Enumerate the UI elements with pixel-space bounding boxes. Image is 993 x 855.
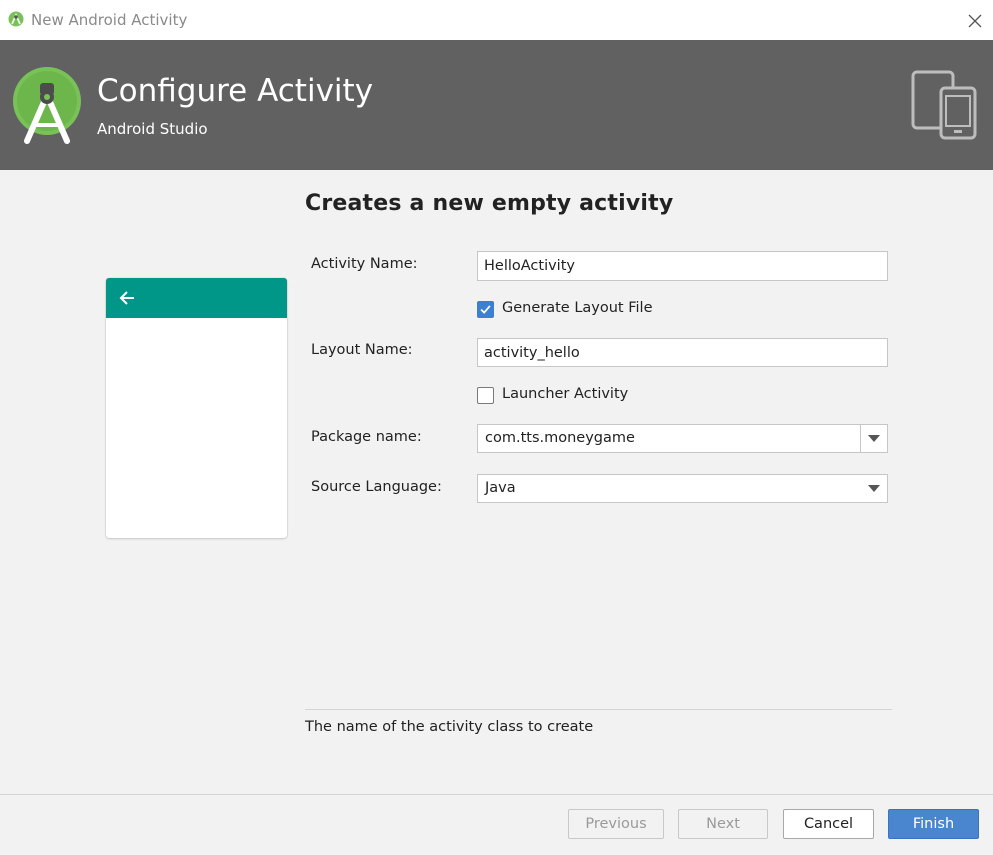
header-subtitle: Android Studio <box>97 120 208 138</box>
back-arrow-icon <box>119 291 134 305</box>
launcher-activity-label: Launcher Activity <box>502 386 629 402</box>
activity-preview <box>106 278 287 538</box>
android-studio-logo-icon <box>13 67 81 144</box>
package-name-value: com.tts.moneygame <box>485 430 635 446</box>
generate-layout-checkbox[interactable] <box>477 301 494 318</box>
dropdown-arrow-icon[interactable] <box>868 435 880 442</box>
package-name-combo[interactable]: com.tts.moneygame <box>477 424 888 453</box>
cancel-button[interactable]: Cancel <box>783 809 874 839</box>
description-divider <box>305 709 892 710</box>
header-banner: Configure Activity Android Studio <box>0 40 993 170</box>
dropdown-arrow-icon <box>868 485 880 492</box>
layout-name-input[interactable] <box>477 338 888 367</box>
activity-name-label: Activity Name: <box>311 256 418 272</box>
next-button[interactable]: Next <box>678 809 768 839</box>
layout-name-label: Layout Name: <box>311 342 413 358</box>
header-title: Configure Activity <box>97 73 374 109</box>
combo-divider <box>860 425 861 452</box>
android-studio-icon <box>8 11 24 27</box>
finish-button[interactable]: Finish <box>888 809 979 839</box>
package-name-label: Package name: <box>311 429 422 445</box>
checkmark-icon <box>480 305 491 314</box>
activity-name-input[interactable] <box>477 251 888 281</box>
devices-icon <box>911 70 977 140</box>
window-titlebar: New Android Activity <box>0 0 993 41</box>
preview-app-bar <box>106 278 287 318</box>
window-title: New Android Activity <box>31 11 188 29</box>
previous-button[interactable]: Previous <box>568 809 664 839</box>
footer-divider <box>0 794 993 795</box>
source-language-select[interactable]: Java <box>477 474 888 503</box>
source-language-value: Java <box>485 480 516 496</box>
source-language-label: Source Language: <box>311 479 442 495</box>
form-heading: Creates a new empty activity <box>305 191 674 216</box>
field-description: The name of the activity class to create <box>305 719 594 735</box>
launcher-activity-checkbox[interactable] <box>477 387 494 404</box>
close-icon[interactable] <box>965 11 985 31</box>
generate-layout-label: Generate Layout File <box>502 300 653 316</box>
